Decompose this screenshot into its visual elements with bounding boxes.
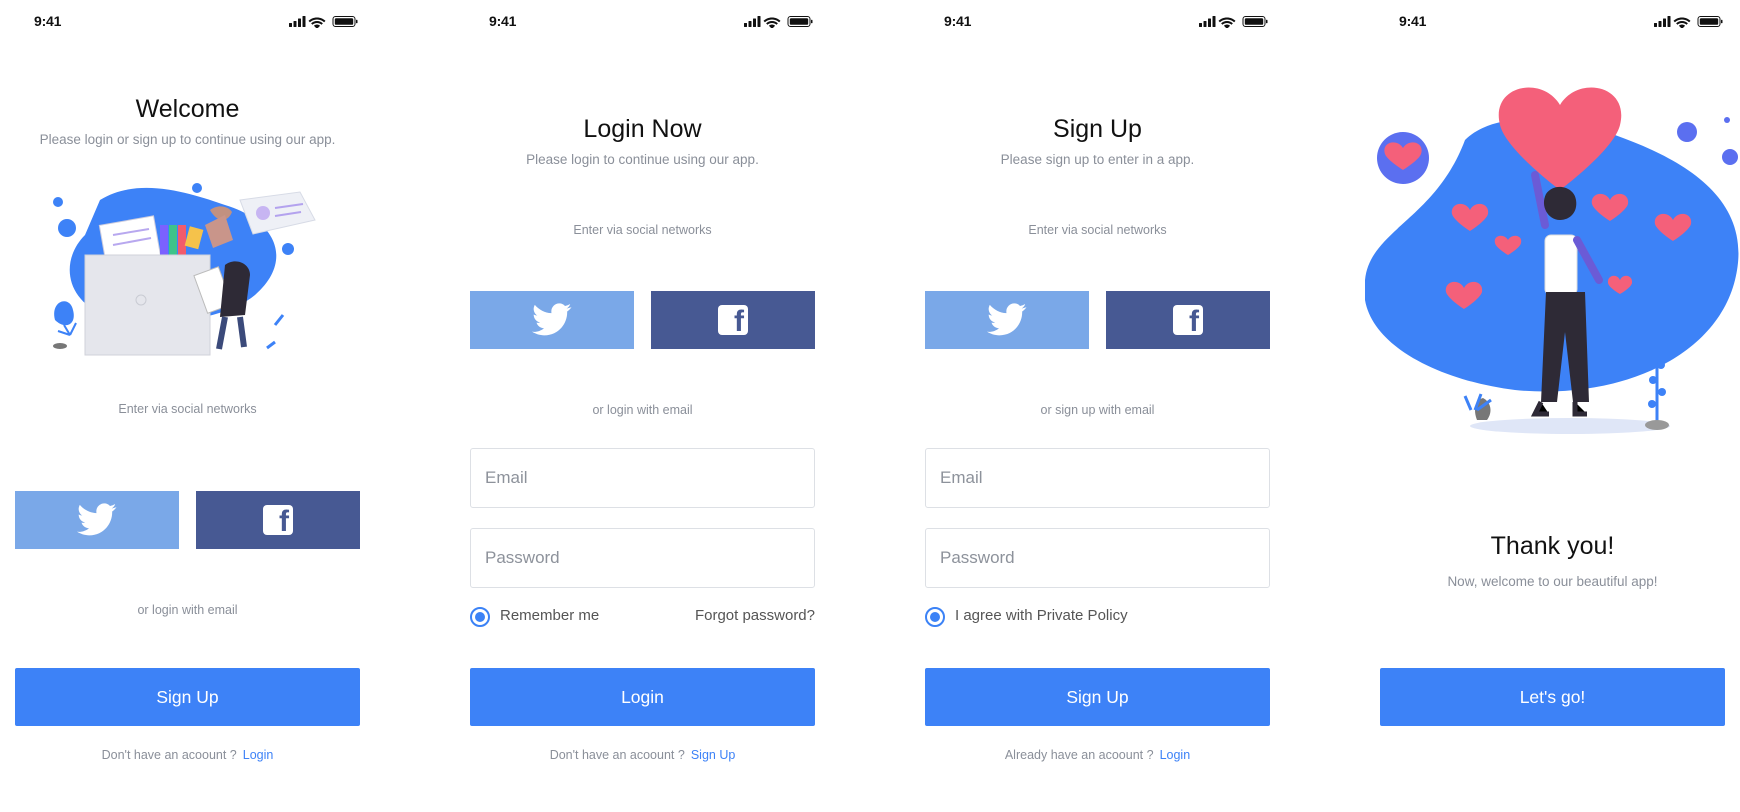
wifi-icon — [1218, 17, 1236, 28]
email-field[interactable] — [925, 448, 1270, 508]
status-icons — [1199, 16, 1268, 28]
email-label: or sign up with email — [1040, 403, 1155, 417]
password-field[interactable] — [470, 528, 815, 588]
page-title: Login Now — [583, 115, 702, 143]
page-subtitle: Please login or sign up to continue usin… — [39, 132, 336, 147]
facebook-signup-button[interactable]: f — [1106, 291, 1270, 349]
agree-policy-label: I agree with Private Policy — [955, 607, 1128, 624]
wifi-icon — [1673, 17, 1691, 28]
page-subtitle: Please sign up to enter in a app. — [1000, 152, 1195, 167]
password-field[interactable] — [925, 528, 1270, 588]
facebook-icon: f — [718, 305, 748, 337]
footer-text: Don't have an acoount ? — [549, 748, 685, 762]
twitter-login-button[interactable] — [470, 291, 634, 349]
sign-up-link[interactable]: Sign Up — [691, 748, 735, 762]
page-title: Welcome — [135, 95, 240, 123]
lets-go-button[interactable]: Let's go! — [1380, 668, 1725, 726]
cellular-signal-icon — [1654, 16, 1671, 27]
battery-icon — [332, 16, 358, 27]
status-icons — [289, 16, 358, 28]
login-link[interactable]: Login — [1160, 748, 1191, 762]
social-label: Enter via social networks — [1028, 223, 1167, 237]
wifi-icon — [308, 17, 326, 28]
facebook-icon: f — [1173, 305, 1203, 337]
cellular-signal-icon — [744, 16, 761, 27]
signup-screen: 9:41 Sign Up Please sign up to enter in … — [910, 0, 1285, 812]
page-subtitle: Now, welcome to our beautiful app! — [1447, 574, 1658, 589]
welcome-screen: 9:41 Welcome Please login or sign up to … — [0, 0, 375, 812]
footer-prompt: Don't have an acoount ? Login — [0, 748, 375, 762]
files-illustration — [53, 183, 316, 356]
footer-text: Don't have an acoount ? — [101, 748, 237, 762]
facebook-login-button[interactable]: f — [196, 491, 360, 549]
login-screen: 9:41 Login Now Please login to continue … — [455, 0, 830, 812]
login-button[interactable]: Login — [470, 668, 815, 726]
facebook-icon: f — [263, 505, 293, 537]
twitter-login-button[interactable] — [15, 491, 179, 549]
agree-policy-radio[interactable] — [925, 607, 945, 627]
twitter-icon — [77, 503, 117, 536]
cellular-signal-icon — [289, 16, 306, 27]
remember-me-label: Remember me — [500, 607, 600, 624]
battery-icon — [1242, 16, 1268, 27]
status-time: 9:41 — [1399, 13, 1427, 29]
twitter-icon — [532, 303, 572, 336]
status-icons — [744, 16, 813, 28]
social-label: Enter via social networks — [118, 402, 257, 416]
login-link[interactable]: Login — [243, 748, 274, 762]
footer-prompt: Already have an acoount ? Login — [910, 748, 1285, 762]
status-time: 9:41 — [944, 13, 972, 29]
email-label: or login with email — [137, 603, 238, 617]
page-title: Thank you! — [1490, 532, 1615, 560]
facebook-login-button[interactable]: f — [651, 291, 815, 349]
thank-you-screen: 9:41 Thank you! Now, welcome to our beau… — [1365, 0, 1740, 812]
wifi-icon — [763, 17, 781, 28]
footer-text: Already have an acoount ? — [1004, 748, 1154, 762]
cellular-signal-icon — [1199, 16, 1216, 27]
social-label: Enter via social networks — [573, 223, 712, 237]
battery-icon — [787, 16, 813, 27]
footer-prompt: Don't have an acoount ? Sign Up — [455, 748, 830, 762]
status-time: 9:41 — [489, 13, 517, 29]
battery-icon — [1697, 16, 1723, 27]
status-time: 9:41 — [34, 13, 62, 29]
remember-me-radio[interactable] — [470, 607, 490, 627]
hearts-illustration — [1365, 87, 1739, 434]
sign-up-button[interactable]: Sign Up — [925, 668, 1270, 726]
page-subtitle: Please login to continue using our app. — [526, 152, 759, 167]
sign-up-button[interactable]: Sign Up — [15, 668, 360, 726]
status-icons — [1654, 16, 1723, 28]
twitter-signup-button[interactable] — [925, 291, 1089, 349]
email-label: or login with email — [592, 403, 693, 417]
email-field[interactable] — [470, 448, 815, 508]
forgot-password-link[interactable]: Forgot password? — [695, 607, 815, 624]
twitter-icon — [987, 303, 1027, 336]
page-title: Sign Up — [1053, 115, 1142, 143]
